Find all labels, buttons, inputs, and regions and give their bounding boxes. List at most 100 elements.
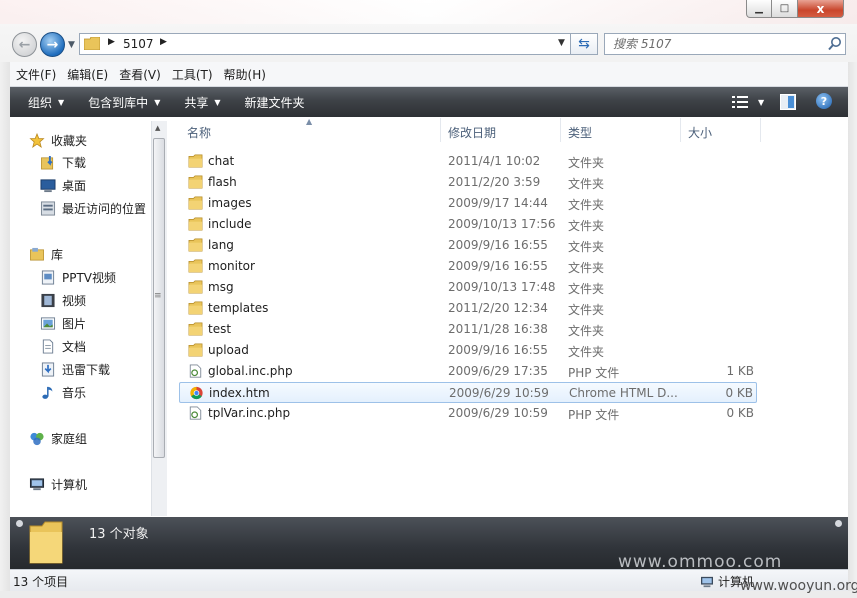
nav-downloads[interactable]: 下载 xyxy=(40,154,86,171)
help-icon[interactable]: ? xyxy=(816,93,832,109)
maximize-button[interactable]: □ xyxy=(771,0,798,18)
title-bar-decoration xyxy=(0,0,857,24)
command-bar: 组织 ▼ 包含到库中 ▼ 共享 ▼ 新建文件夹 ▼ ? xyxy=(10,87,848,117)
nav-homegroup[interactable]: 家庭组 xyxy=(29,430,87,447)
file-date: 2009/6/29 17:35 xyxy=(448,364,548,378)
new-folder-button[interactable]: 新建文件夹 xyxy=(231,87,315,117)
chevron-down-icon: ▼ xyxy=(58,97,65,107)
file-row[interactable]: msg 2009/10/13 17:48 文件夹 xyxy=(179,277,757,298)
close-button[interactable]: x xyxy=(797,0,844,18)
file-row[interactable]: include 2009/10/13 17:56 文件夹 xyxy=(179,214,757,235)
back-button[interactable]: ← xyxy=(12,32,37,57)
file-name: chat xyxy=(208,154,235,168)
file-name: include xyxy=(208,217,252,231)
file-date: 2009/10/13 17:48 xyxy=(448,280,556,294)
column-divider[interactable] xyxy=(680,118,681,142)
nav-libraries[interactable]: 库 xyxy=(29,246,63,263)
nav-documents[interactable]: 文档 xyxy=(40,338,86,355)
column-type[interactable]: 类型 xyxy=(568,124,592,141)
file-date: 2011/4/1 10:02 xyxy=(448,154,541,168)
menu-edit[interactable]: 编辑(E) xyxy=(62,66,113,83)
file-row[interactable]: flash 2011/2/20 3:59 文件夹 xyxy=(179,172,757,193)
file-row[interactable]: index.htm 2009/6/29 10:59 Chrome HTML D...… xyxy=(179,382,757,403)
menu-tools[interactable]: 工具(T) xyxy=(167,66,218,83)
scroll-up-icon[interactable]: ▲ xyxy=(155,124,160,132)
share-button[interactable]: 共享 ▼ xyxy=(170,87,230,117)
nav-computer[interactable]: 计算机 xyxy=(29,476,87,493)
nav-xunlei-downloads[interactable]: 迅雷下载 xyxy=(40,361,110,378)
file-row[interactable]: upload 2009/9/16 16:55 文件夹 xyxy=(179,340,757,361)
column-divider[interactable] xyxy=(560,118,561,142)
file-row[interactable]: chat 2011/4/1 10:02 文件夹 xyxy=(179,151,757,172)
file-row[interactable]: lang 2009/9/16 16:55 文件夹 xyxy=(179,235,757,256)
nav-pictures[interactable]: 图片 xyxy=(40,315,86,332)
file-date: 2009/9/16 16:55 xyxy=(448,259,548,273)
folder-icon xyxy=(188,301,203,315)
file-date: 2011/1/28 16:38 xyxy=(448,322,548,336)
navigation-scrollbar[interactable]: ▲ ≡ xyxy=(151,121,167,516)
file-row[interactable]: images 2009/9/17 14:44 文件夹 xyxy=(179,193,757,214)
file-row[interactable]: test 2011/1/28 16:38 文件夹 xyxy=(179,319,757,340)
folder-icon xyxy=(188,154,203,168)
file-row[interactable]: monitor 2009/9/16 16:55 文件夹 xyxy=(179,256,757,277)
column-divider[interactable] xyxy=(440,118,441,142)
menu-view[interactable]: 查看(V) xyxy=(114,66,166,83)
menu-help[interactable]: 帮助(H) xyxy=(219,66,271,83)
search-input[interactable] xyxy=(605,34,823,54)
recent-pages-dropdown[interactable]: ▼ xyxy=(68,40,75,50)
downloads-folder-icon xyxy=(41,155,54,170)
nav-pptv-video[interactable]: PPTV视频 xyxy=(40,269,116,286)
file-name: upload xyxy=(208,343,249,357)
forward-button[interactable]: → xyxy=(40,32,65,57)
column-size[interactable]: 大小 xyxy=(688,124,712,141)
status-item-count: 13 个项目 xyxy=(13,575,69,589)
address-dropdown-icon[interactable]: ▼ xyxy=(558,38,565,48)
nav-favorites[interactable]: 收藏夹 xyxy=(29,132,87,149)
chevron-down-icon: ▼ xyxy=(758,97,765,107)
search-box[interactable] xyxy=(604,33,846,55)
file-name: templates xyxy=(208,301,269,315)
folder-icon xyxy=(188,343,203,357)
breadcrumb-separator-icon[interactable]: ▶ xyxy=(160,37,167,47)
file-type: PHP 文件 xyxy=(568,408,620,422)
column-date[interactable]: 修改日期 xyxy=(448,124,496,141)
file-name: flash xyxy=(208,175,237,189)
menu-bar: 文件(F) 编辑(E) 查看(V) 工具(T) 帮助(H) xyxy=(10,62,848,87)
folder-icon xyxy=(188,175,203,189)
file-row[interactable]: templates 2011/2/20 12:34 文件夹 xyxy=(179,298,757,319)
nav-videos[interactable]: 视频 xyxy=(40,292,86,309)
file-type: 文件夹 xyxy=(568,219,605,233)
nav-music[interactable]: 音乐 xyxy=(40,384,86,401)
folder-icon xyxy=(188,280,203,294)
menu-file[interactable]: 文件(F) xyxy=(11,66,61,83)
refresh-button[interactable]: ⇆ xyxy=(571,33,598,55)
breadcrumb-separator-icon[interactable]: ▶ xyxy=(108,37,115,47)
file-name: global.inc.php xyxy=(208,364,293,378)
music-note-icon xyxy=(42,386,53,399)
file-type: 文件夹 xyxy=(568,177,605,191)
file-row[interactable]: tplVar.inc.php 2009/6/29 10:59 PHP 文件 0 KB xyxy=(179,403,757,424)
file-size: 1 KB xyxy=(726,364,754,378)
sort-ascending-icon: ▲ xyxy=(306,117,313,126)
include-in-library-button[interactable]: 包含到库中 ▼ xyxy=(74,87,170,117)
pictures-icon xyxy=(40,317,56,330)
organize-button[interactable]: 组织 ▼ xyxy=(10,87,74,117)
chevron-down-icon: ▼ xyxy=(214,97,221,107)
search-icon[interactable] xyxy=(827,36,843,52)
star-icon xyxy=(29,133,45,148)
homegroup-icon xyxy=(30,432,44,446)
address-bar[interactable]: ▶ 5107 ▶ ▼ xyxy=(79,33,571,55)
breadcrumb-5107[interactable]: 5107 xyxy=(123,37,154,51)
minimize-button[interactable]: ▁ xyxy=(746,0,772,18)
column-divider[interactable] xyxy=(760,118,761,142)
file-type: 文件夹 xyxy=(568,198,605,212)
window-frame-bottom xyxy=(0,591,857,598)
nav-recent-places[interactable]: 最近访问的位置 xyxy=(40,200,146,217)
file-list: 名称 ▲ 修改日期 类型 大小 chat 2011/4/1 10:02 文件夹 fla… xyxy=(167,117,848,516)
nav-desktop[interactable]: 桌面 xyxy=(40,177,86,194)
column-name[interactable]: 名称 xyxy=(187,124,211,141)
view-options-button[interactable]: ▼ xyxy=(732,95,764,109)
preview-pane-icon[interactable] xyxy=(780,94,796,110)
file-row[interactable]: global.inc.php 2009/6/29 17:35 PHP 文件 1 KB xyxy=(179,361,757,382)
file-type: 文件夹 xyxy=(568,240,605,254)
